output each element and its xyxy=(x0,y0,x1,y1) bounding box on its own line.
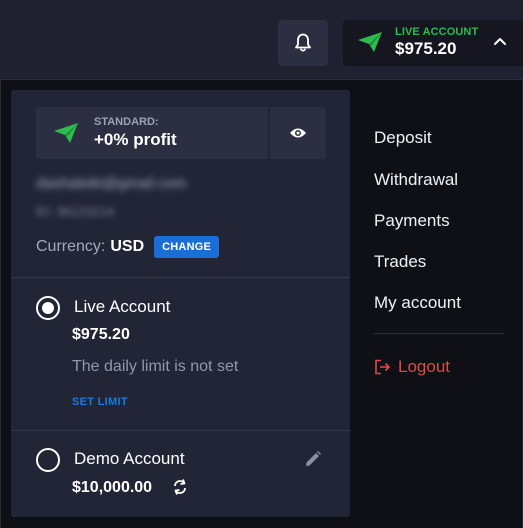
currency-label: Currency: xyxy=(36,238,106,255)
pencil-icon[interactable] xyxy=(304,450,322,468)
tier-label: STANDARD: xyxy=(94,116,159,128)
account-panel: STANDARD: +0% profit dashaleiki@gmail.co… xyxy=(11,90,350,517)
currency-row: Currency: USD CHANGE xyxy=(36,236,220,258)
top-bar: LIVE ACCOUNT $975.20 xyxy=(0,0,523,80)
live-account-title: Live Account xyxy=(74,297,171,316)
divider xyxy=(11,277,350,278)
menu-item-my-account[interactable]: My account xyxy=(374,293,461,313)
refresh-icon[interactable] xyxy=(172,478,188,496)
account-balance: $975.20 xyxy=(395,39,457,58)
notifications-button[interactable] xyxy=(278,20,328,66)
menu-item-withdrawal[interactable]: Withdrawal xyxy=(374,170,458,190)
logout-label: Logout xyxy=(398,357,450,376)
change-currency-button[interactable]: CHANGE xyxy=(154,236,220,258)
paper-plane-icon xyxy=(358,32,382,52)
account-switcher-button[interactable]: LIVE ACCOUNT $975.20 xyxy=(343,20,523,66)
daily-limit-note: The daily limit is not set xyxy=(72,358,239,375)
bell-icon xyxy=(295,33,311,52)
demo-account-title: Demo Account xyxy=(74,449,185,468)
live-account-balance: $975.20 xyxy=(72,326,130,343)
demo-account-radio[interactable] xyxy=(36,448,60,472)
currency-value: USD xyxy=(110,238,145,255)
menu-item-payments[interactable]: Payments xyxy=(374,211,450,231)
divider xyxy=(11,430,350,431)
account-dropdown: STANDARD: +0% profit dashaleiki@gmail.co… xyxy=(0,79,523,528)
user-id: ID: 36123214 xyxy=(36,204,115,219)
user-email: dashaleiki@gmail.com xyxy=(36,175,187,192)
logout-button[interactable]: Logout xyxy=(374,357,450,377)
menu-item-deposit[interactable]: Deposit xyxy=(374,128,432,148)
eye-icon xyxy=(290,128,306,138)
set-limit-link[interactable]: SET LIMIT xyxy=(72,396,128,408)
paper-plane-icon xyxy=(54,123,78,143)
menu-divider xyxy=(374,333,504,334)
account-type-label: LIVE ACCOUNT xyxy=(395,26,479,38)
live-account-radio[interactable] xyxy=(36,296,60,320)
demo-account-balance: $10,000.00 xyxy=(72,479,153,496)
tier-box[interactable]: STANDARD: +0% profit xyxy=(36,107,268,159)
chevron-up-icon xyxy=(494,38,506,45)
menu-item-trades[interactable]: Trades xyxy=(374,252,426,272)
logout-icon xyxy=(375,359,390,375)
tier-profit: +0% profit xyxy=(94,130,177,149)
toggle-visibility-button[interactable] xyxy=(270,107,326,159)
